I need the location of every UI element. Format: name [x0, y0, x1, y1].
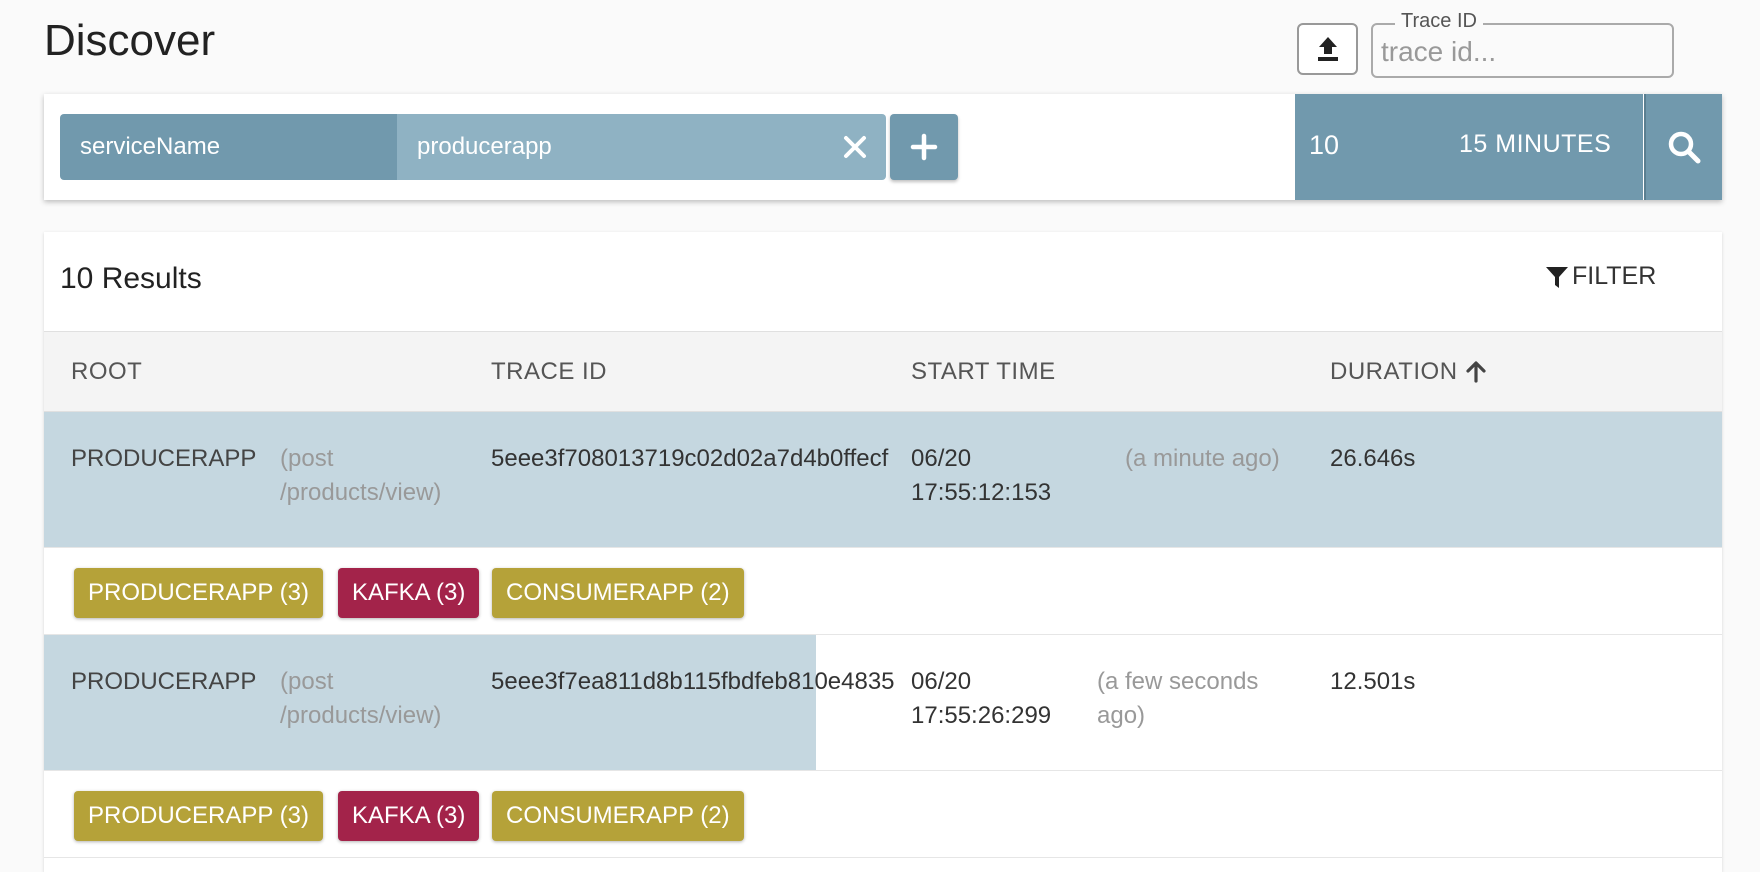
column-header-duration[interactable]: DURATION: [1330, 358, 1488, 386]
root-service: PRODUCERAPP: [71, 668, 257, 695]
root-service: PRODUCERAPP: [71, 445, 257, 472]
limit-and-range-selector[interactable]: 10 15 MINUTES: [1295, 94, 1643, 200]
arrow-up-icon: [1465, 361, 1486, 383]
criteria-value-chip[interactable]: producerapp: [397, 114, 886, 180]
search-icon: [1668, 131, 1701, 164]
filter-label: FILTER: [1572, 262, 1657, 290]
plus-icon: [910, 133, 938, 161]
results-card: 10 Results FILTER ROOT TRACE ID START TI…: [44, 232, 1722, 872]
upload-button[interactable]: [1297, 23, 1358, 75]
service-tag-kafka[interactable]: KAFKA (3): [338, 791, 480, 841]
column-header-root[interactable]: ROOT: [71, 358, 142, 386]
remove-criteria-button[interactable]: [824, 114, 886, 180]
service-tag-producerapp[interactable]: PRODUCERAPP (3): [74, 568, 323, 618]
duration-value: 12.501s: [1330, 668, 1416, 695]
search-button[interactable]: [1644, 94, 1722, 200]
service-tag-producerapp[interactable]: PRODUCERAPP (3): [74, 791, 323, 841]
start-relative: (a few seconds ago): [1097, 668, 1259, 729]
root-operation: (post /products/view): [280, 668, 442, 729]
column-header-trace-id[interactable]: TRACE ID: [491, 358, 607, 386]
service-tag-consumerapp[interactable]: CONSUMERAPP (2): [492, 568, 744, 618]
start-date: 06/20 17:55:12:153: [911, 445, 1052, 506]
trace-id-field: Trace ID: [1371, 10, 1674, 78]
limit-value[interactable]: 10: [1309, 130, 1339, 161]
add-criteria-button[interactable]: [890, 114, 958, 180]
start-date: 06/20 17:55:26:299: [911, 668, 1052, 729]
service-tag-consumerapp[interactable]: CONSUMERAPP (2): [492, 791, 744, 841]
duration-value: 26.646s: [1330, 445, 1416, 472]
column-header-start-time[interactable]: START TIME: [911, 358, 1056, 386]
page-title: Discover: [44, 16, 216, 65]
filter-icon: [1546, 266, 1568, 288]
filter-button[interactable]: FILTER: [1544, 262, 1656, 291]
service-tag-kafka[interactable]: KAFKA (3): [338, 568, 480, 618]
close-icon: [844, 136, 866, 158]
trace-id: 5eee3f708013719c02d02a7d4b0ffecf: [491, 445, 889, 472]
service-tags-row: PRODUCERAPP (3) KAFKA (3) CONSUMERAPP (2…: [44, 548, 1722, 635]
table-header: ROOT TRACE ID START TIME DURATION: [44, 331, 1722, 412]
criteria-key-chip[interactable]: serviceName: [60, 114, 397, 180]
trace-id-input[interactable]: [1379, 33, 1663, 71]
duration-header-label: DURATION: [1330, 358, 1458, 385]
search-bar: serviceName producerapp 10 15 MINUTES: [44, 94, 1722, 200]
trace-row[interactable]: PRODUCERAPP (post /products/view) 5eee3f…: [44, 635, 1722, 771]
start-relative: (a minute ago): [1125, 445, 1280, 472]
trace-row[interactable]: PRODUCERAPP (post /products/view) 5eee3f…: [44, 412, 1722, 548]
lookback-value[interactable]: 15 MINUTES: [1459, 130, 1611, 159]
upload-icon: [1317, 37, 1338, 61]
trace-id: 5eee3f7ea811d8b115fbdfeb810e4835: [491, 668, 895, 695]
root-operation: (post /products/view): [280, 445, 442, 506]
results-count: 10 Results: [60, 262, 202, 295]
service-tags-row: PRODUCERAPP (3) KAFKA (3) CONSUMERAPP (2…: [44, 771, 1722, 858]
trace-id-label: Trace ID: [1395, 10, 1483, 33]
